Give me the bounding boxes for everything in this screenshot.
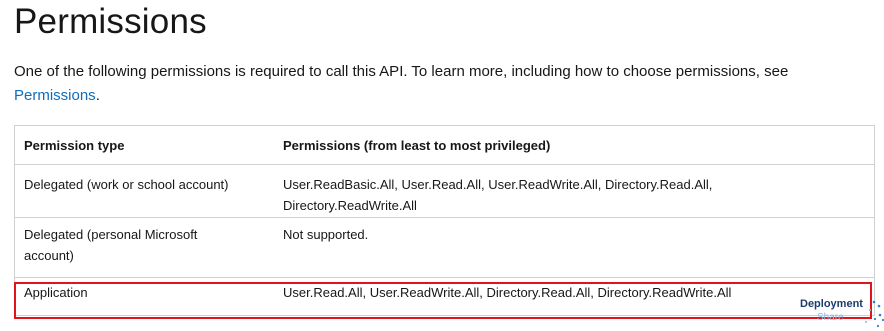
intro-period: .	[95, 87, 100, 104]
table-row-application: Application User.Read.All, User.ReadWrit…	[14, 277, 875, 316]
cell-permission-type: Delegated (work or school account)	[14, 164, 275, 218]
permissions-line: Directory.ReadWrite.All	[283, 198, 417, 213]
page-title: Permissions	[14, 2, 207, 41]
intro-text: One of the following permissions is requ…	[14, 63, 789, 80]
intro-paragraph: One of the following permissions is requ…	[14, 60, 874, 108]
table-header-row: Permission type Permissions (from least …	[14, 125, 875, 165]
cell-permissions: User.ReadBasic.All, User.Read.All, User.…	[275, 164, 875, 218]
watermark-dots-icon	[865, 300, 884, 328]
table-row: Delegated (personal Microsoft account) No…	[14, 217, 875, 278]
watermark-logo: Deployment Share	[800, 298, 884, 330]
cell-permission-type: Application	[14, 277, 275, 316]
header-permissions: Permissions (from least to most privileg…	[275, 125, 875, 165]
type-line: account)	[24, 248, 74, 263]
permissions-table: Permission type Permissions (from least …	[14, 125, 875, 316]
table-row: Delegated (work or school account) User.…	[14, 164, 875, 218]
watermark-line1: Deployment	[800, 298, 863, 310]
header-permission-type: Permission type	[14, 125, 275, 165]
cell-permissions: User.Read.All, User.ReadWrite.All, Direc…	[275, 277, 875, 316]
type-line: Delegated (personal Microsoft	[24, 227, 198, 242]
watermark-line2: Share	[817, 312, 844, 323]
permissions-line: User.ReadBasic.All, User.Read.All, User.…	[283, 177, 713, 192]
cell-permissions: Not supported.	[275, 217, 875, 278]
permissions-link[interactable]: Permissions	[14, 87, 96, 104]
cell-permission-type: Delegated (personal Microsoft account)	[14, 217, 275, 278]
